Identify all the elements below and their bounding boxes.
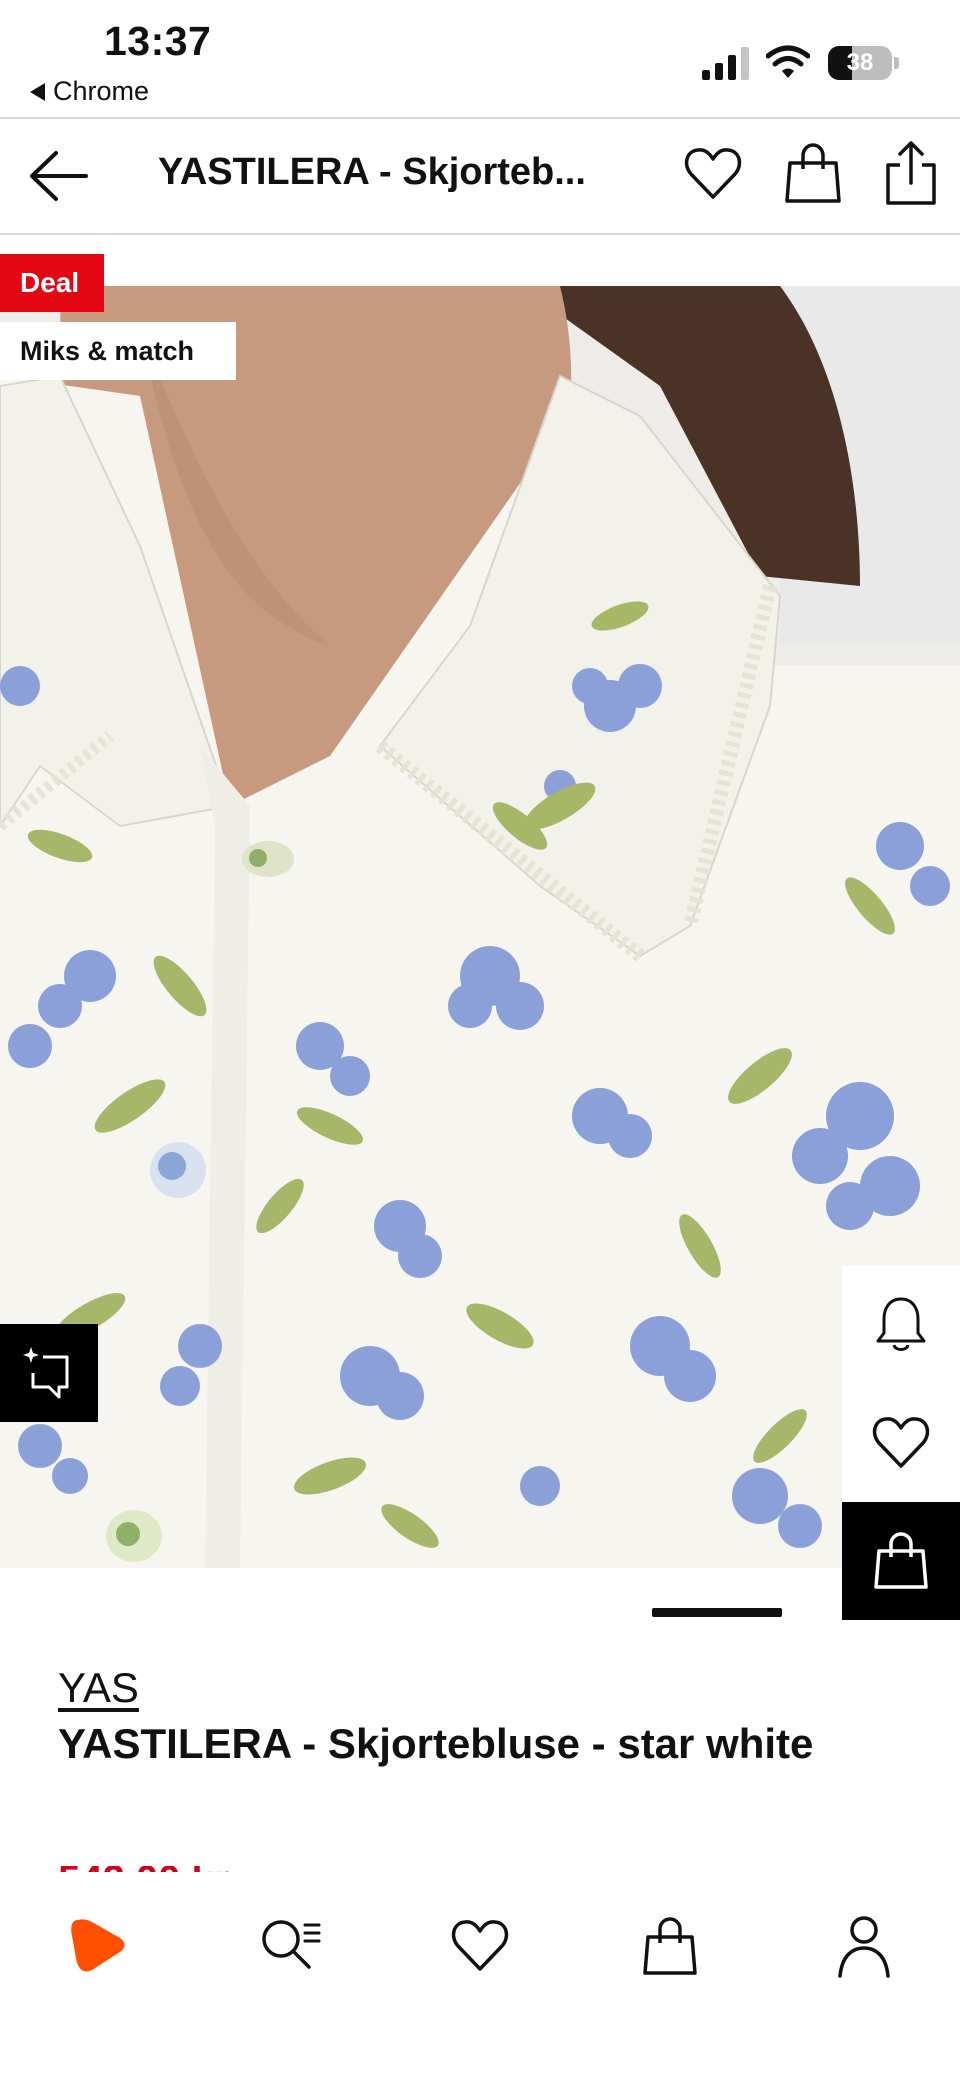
wifi-icon [766, 45, 810, 78]
bottom-tab-bar [0, 1872, 960, 2078]
battery-tip [894, 57, 899, 69]
top-navigation-bar: YASTILERA - Skjorteb... [0, 117, 960, 235]
heart-icon[interactable] [682, 143, 744, 205]
tab-profile[interactable] [824, 1906, 904, 1986]
product-image[interactable] [0, 286, 960, 1568]
bag-icon[interactable] [782, 141, 844, 205]
back-triangle-icon [30, 82, 45, 101]
wishlist-button[interactable] [842, 1384, 960, 1502]
tab-search[interactable] [250, 1906, 330, 1986]
battery-indicator: 38 [828, 46, 892, 80]
search-list-icon [262, 1920, 321, 1969]
profile-icon [838, 1916, 890, 1978]
tab-bag[interactable] [630, 1906, 710, 1986]
mix-and-match-badge: Miks & match [0, 322, 236, 380]
product-name: YASTILERA - Skjortebluse - star white [58, 1720, 814, 1767]
back-to-app-link[interactable]: Chrome [30, 76, 149, 107]
deal-badge: Deal [0, 254, 104, 312]
status-bar: 13:37 Chrome 38 [0, 0, 960, 116]
side-action-bar [842, 1266, 960, 1620]
status-time: 13:37 [104, 18, 212, 64]
page-title: YASTILERA - Skjorteb... [158, 151, 586, 193]
notify-button[interactable] [842, 1266, 960, 1384]
brand-link[interactable]: YAS [58, 1664, 139, 1712]
heart-icon [451, 1920, 509, 1971]
add-to-bag-button[interactable] [842, 1502, 960, 1620]
bag-icon [874, 1532, 928, 1589]
bell-icon [876, 1297, 926, 1351]
floral-shirt-photo [0, 286, 960, 1568]
find-similar-button[interactable] [0, 1324, 98, 1422]
back-app-label: Chrome [53, 76, 150, 106]
cellular-signal-icon [702, 47, 749, 80]
zalando-play-icon [71, 1919, 125, 1972]
bag-icon [643, 1917, 697, 1975]
battery-level: 38 [846, 49, 874, 76]
heart-icon [872, 1417, 930, 1468]
share-icon[interactable] [882, 139, 940, 207]
image-carousel-indicator [652, 1608, 782, 1617]
tab-home[interactable] [56, 1906, 136, 1986]
back-arrow-icon[interactable] [26, 147, 90, 205]
tab-wishlist[interactable] [440, 1906, 520, 1986]
find-similar-icon [23, 1347, 69, 1399]
